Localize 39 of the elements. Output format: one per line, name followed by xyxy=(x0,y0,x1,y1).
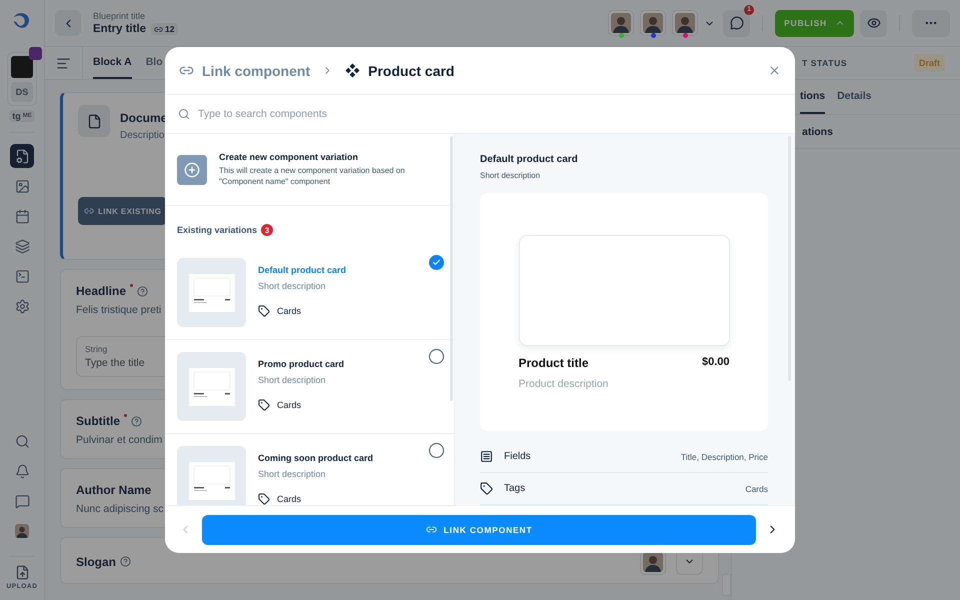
property-label: Fields xyxy=(504,451,532,462)
tag-label: Cards xyxy=(277,400,302,410)
variation-description: Short description xyxy=(258,281,327,291)
field-value: Felis tristique preti xyxy=(76,304,162,316)
product-title: Product title xyxy=(518,356,589,370)
variation-title: Promo product card xyxy=(258,359,346,369)
tag-label: Cards xyxy=(277,494,302,504)
variation-title: Coming soon product card xyxy=(258,453,374,463)
variation-description: Short description xyxy=(258,375,327,385)
field-label: Headline xyxy=(76,284,126,298)
field-type-label: String xyxy=(85,344,108,354)
field-value: Pulvinar et condim xyxy=(76,434,162,446)
status-badge: Draft xyxy=(914,54,945,72)
create-description: This will create a new component variation based on "Component name" component xyxy=(219,166,406,187)
tag-label: Cards xyxy=(277,306,302,316)
preview-title: Default product card xyxy=(480,154,579,165)
document-description: Descriptio xyxy=(120,130,166,141)
blueprint-title: Blueprint title xyxy=(93,11,146,21)
preview-description: Short description xyxy=(480,171,542,180)
section-label: Existing variations xyxy=(177,225,258,235)
document-title: Docume xyxy=(120,111,168,125)
field-value: Nunc adipiscing sc xyxy=(76,503,164,515)
field-label: Subtitle xyxy=(76,414,120,428)
section-title: ations xyxy=(802,126,833,138)
property-value: Title, Description, Price xyxy=(680,452,768,462)
count-badge: 3 xyxy=(261,224,274,236)
property-label: Tags xyxy=(504,483,526,494)
status-label: T STATUS xyxy=(802,58,848,68)
variation-description: Short description xyxy=(258,469,327,479)
link-count: 12 xyxy=(151,23,178,35)
dialog-title: Product card xyxy=(368,62,456,78)
product-description: Product description xyxy=(518,378,610,390)
field-label: Author Name xyxy=(76,483,152,497)
create-title: Create new component variation xyxy=(219,152,360,162)
entry-title: Entry title xyxy=(93,23,146,35)
product-price: $0.00 xyxy=(702,356,730,370)
property-value: Cards xyxy=(745,484,768,494)
variation-title: Default product card xyxy=(258,265,348,275)
field-label: Slogan xyxy=(76,554,116,568)
